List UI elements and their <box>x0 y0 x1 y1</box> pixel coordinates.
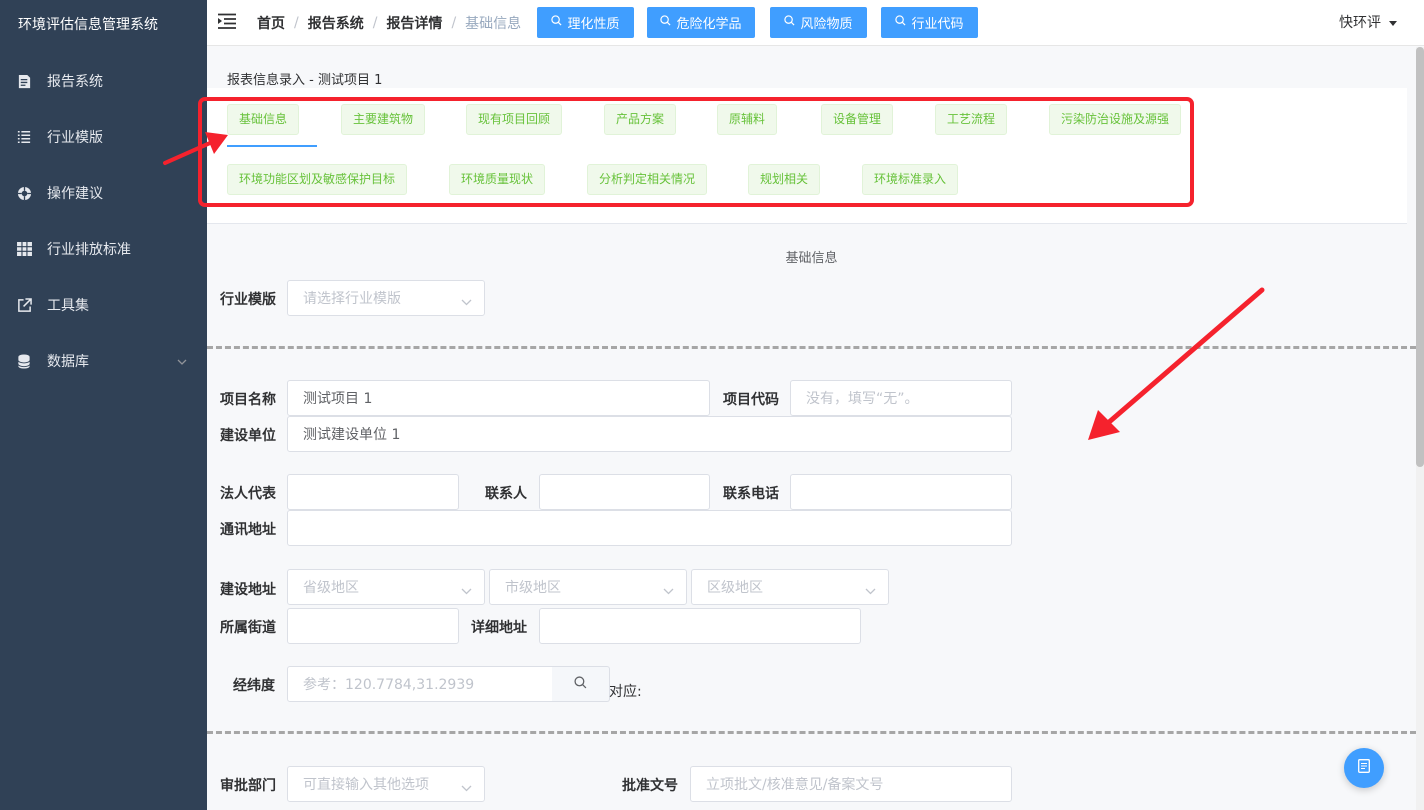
section-title: 报表信息录入 - 测试项目 1 <box>227 73 383 88</box>
phone-input[interactable] <box>790 474 1012 510</box>
street-input[interactable] <box>287 608 459 644</box>
sidebar-item-report[interactable]: 报告系统 <box>0 53 207 109</box>
sidebar-item-label: 工具集 <box>47 298 89 314</box>
annotation-highlight-box <box>198 97 1194 207</box>
select-placeholder: 请选择行业模版 <box>303 291 401 307</box>
district-select[interactable]: 区级地区 <box>691 569 889 605</box>
chevron-down-icon <box>177 353 187 369</box>
legal-rep-label: 法人代表 <box>220 486 276 502</box>
detail-address-input[interactable] <box>539 608 861 644</box>
basic-info-form: 基础信息 行业模版 请选择行业模版 项目名称 测试项目 1 项目代码 没有，填写… <box>207 225 1416 810</box>
search-icon <box>551 15 562 30</box>
user-menu[interactable]: 快环评 <box>1339 12 1397 32</box>
address-input[interactable] <box>287 510 1012 546</box>
sidebar-item-tools[interactable]: 工具集 <box>0 277 207 333</box>
legal-rep-input[interactable] <box>287 474 459 510</box>
select-placeholder: 区级地区 <box>707 580 763 596</box>
top-navbar: 首页 / 报告系统 / 报告详情 / 基础信息 理化性质 危险化学品 风险物质 … <box>207 0 1424 46</box>
breadcrumb-home[interactable]: 首页 <box>257 13 285 33</box>
industry-template-select[interactable]: 请选择行业模版 <box>287 280 485 316</box>
latlng-corresponds-text: 对应: <box>609 684 642 700</box>
report-icon <box>16 73 32 89</box>
form-heading: 基础信息 <box>785 251 838 266</box>
sidebar-item-emission-standard[interactable]: 行业排放标准 <box>0 221 207 277</box>
risk-substances-button[interactable]: 风险物质 <box>770 7 867 38</box>
province-select[interactable]: 省级地区 <box>287 569 485 605</box>
builder-input[interactable]: 测试建设单位 1 <box>287 416 1012 452</box>
approval-doc-label: 批准文号 <box>622 778 678 794</box>
approval-dept-label: 审批部门 <box>220 778 276 794</box>
search-icon <box>784 15 795 30</box>
sidebar-item-label: 操作建议 <box>47 186 103 202</box>
select-placeholder: 可直接输入其他选项 <box>303 777 429 793</box>
sidebar-item-label: 数据库 <box>47 354 89 370</box>
chevron-down-icon <box>461 780 472 796</box>
sidebar-item-label: 行业排放标准 <box>47 242 131 258</box>
user-name: 快环评 <box>1339 15 1381 31</box>
contact-label: 联系人 <box>485 486 527 502</box>
contact-input[interactable] <box>539 474 710 510</box>
chevron-down-icon <box>865 583 876 599</box>
breadcrumb-current: 基础信息 <box>465 16 522 32</box>
breadcrumb-separator: / <box>294 15 299 31</box>
latlng-input[interactable]: 参考：120.7784,31.2939 <box>287 666 553 702</box>
sidebar-item-advice[interactable]: 操作建议 <box>0 165 207 221</box>
select-placeholder: 市级地区 <box>505 580 561 596</box>
project-name-label: 项目名称 <box>220 392 276 408</box>
project-code-input[interactable]: 没有，填写“无”。 <box>790 380 1012 416</box>
button-label: 风险物质 <box>800 17 853 32</box>
address-label: 通讯地址 <box>220 522 276 538</box>
document-icon <box>1358 759 1370 777</box>
approval-dept-select[interactable]: 可直接输入其他选项 <box>287 766 485 802</box>
industry-template-label: 行业模版 <box>220 292 276 308</box>
latlng-label: 经纬度 <box>233 678 275 694</box>
scrollbar-thumb[interactable] <box>1416 47 1424 467</box>
aperture-icon <box>16 185 32 201</box>
grid-icon <box>16 241 32 257</box>
phone-label: 联系电话 <box>723 486 779 502</box>
list-icon <box>16 129 32 145</box>
city-select[interactable]: 市级地区 <box>489 569 687 605</box>
latlng-search-button[interactable] <box>552 666 610 702</box>
search-icon <box>660 15 671 30</box>
database-icon <box>16 353 32 369</box>
project-code-label: 项目代码 <box>723 392 779 408</box>
chevron-down-icon <box>461 583 472 599</box>
sidebar-item-database[interactable]: 数据库 <box>0 333 207 389</box>
physchem-properties-button[interactable]: 理化性质 <box>537 7 634 38</box>
breadcrumb-separator: / <box>451 15 457 31</box>
sidebar-item-industry-template[interactable]: 行业模版 <box>0 109 207 165</box>
menu-fold-icon[interactable] <box>218 13 236 31</box>
button-label: 行业代码 <box>911 17 964 32</box>
breadcrumb-report-detail[interactable]: 报告详情 <box>386 13 442 33</box>
app-title: 环境评估信息管理系统 <box>18 17 158 33</box>
approval-doc-input[interactable]: 立项批文/核准意见/备案文号 <box>690 766 1012 802</box>
breadcrumb-separator: / <box>372 15 378 31</box>
section-divider <box>207 346 1416 349</box>
sidebar: 环境评估信息管理系统 报告系统 行业模版 操作建议 行业排放标准 工具集 数据库 <box>0 0 207 810</box>
industry-code-button[interactable]: 行业代码 <box>881 7 978 38</box>
search-icon <box>574 675 587 693</box>
search-icon <box>895 15 906 30</box>
select-placeholder: 省级地区 <box>303 580 359 596</box>
section-divider <box>207 731 1416 734</box>
breadcrumb: 首页 / 报告系统 / 报告详情 / 基础信息 <box>257 13 521 33</box>
chevron-down-icon <box>461 294 472 310</box>
detail-address-label: 详细地址 <box>471 620 527 636</box>
sidebar-item-label: 报告系统 <box>47 74 103 90</box>
button-label: 理化性质 <box>567 17 620 32</box>
breadcrumb-report-system[interactable]: 报告系统 <box>308 13 364 33</box>
sidebar-item-label: 行业模版 <box>47 130 103 146</box>
street-label: 所属街道 <box>220 620 276 636</box>
hazardous-chemicals-button[interactable]: 危险化学品 <box>647 7 755 38</box>
project-name-input[interactable]: 测试项目 1 <box>287 380 710 416</box>
external-link-icon <box>16 297 32 313</box>
builder-label: 建设单位 <box>220 428 276 444</box>
button-label: 危险化学品 <box>676 17 742 32</box>
caret-down-icon <box>1389 14 1397 30</box>
floating-action-button[interactable] <box>1344 748 1384 788</box>
build-address-label: 建设地址 <box>220 582 276 598</box>
chevron-down-icon <box>663 583 674 599</box>
